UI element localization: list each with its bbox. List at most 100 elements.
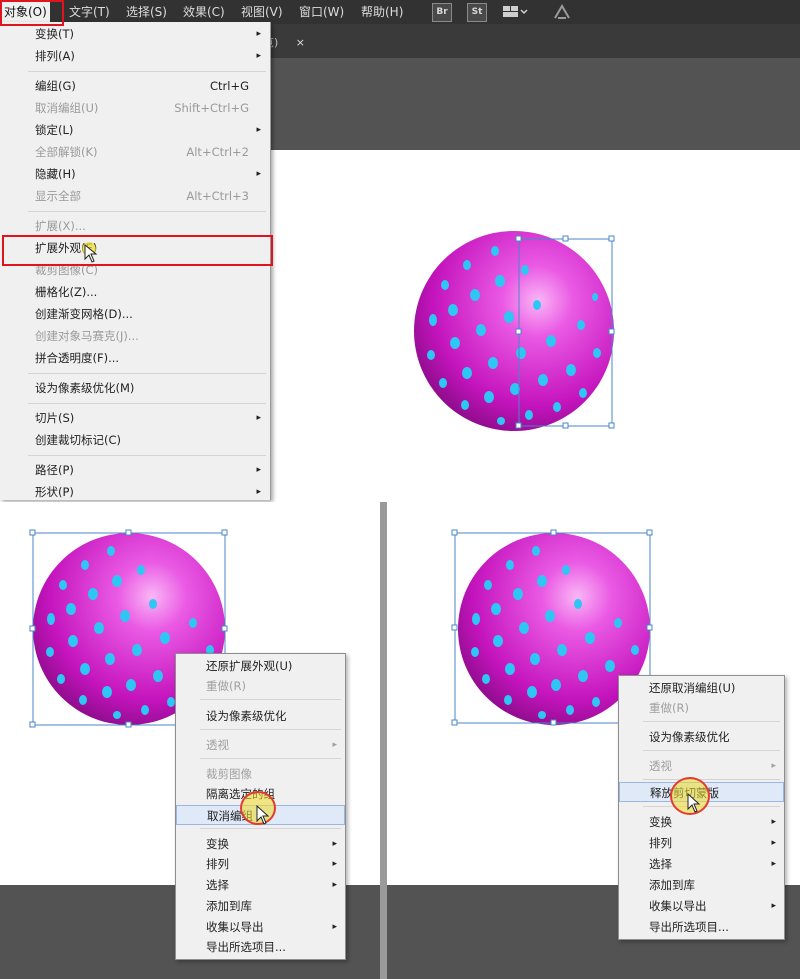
context-item-arrange[interactable]: 排列 ▸ <box>176 854 345 874</box>
submenu-arrow-icon: ▸ <box>256 413 261 423</box>
submenu-arrow-icon: ▸ <box>256 51 261 61</box>
highlight-box-expand-appearance <box>2 235 273 266</box>
menu-item-create-object-mosaic[interactable]: 创建对象马赛克(J)... <box>0 326 268 346</box>
context-item-label: 收集以导出 <box>206 920 264 934</box>
menu-separator <box>643 806 780 807</box>
sync-icon[interactable] <box>551 3 573 21</box>
mouse-cursor-icon <box>84 244 98 263</box>
context-item-crop-image[interactable]: 裁剪图像 <box>176 764 345 784</box>
menu-item-arrange[interactable]: 排列(A) ▸ <box>0 46 268 66</box>
submenu-arrow-icon: ▸ <box>332 880 337 890</box>
panel-divider <box>380 502 387 979</box>
context-item-label: 还原扩展外观(U) <box>206 659 293 673</box>
menu-item-label: 变换(T) <box>35 27 74 41</box>
context-item-redo[interactable]: 重做(R) <box>619 698 784 718</box>
menu-item-label: 排列(A) <box>35 49 75 63</box>
menu-separator <box>28 455 266 456</box>
bridge-icon[interactable]: Br <box>432 3 452 22</box>
context-item-export-selection[interactable]: 导出所选项目... <box>176 937 345 957</box>
context-item-select[interactable]: 选择 ▸ <box>619 854 784 874</box>
context-item-arrange[interactable]: 排列 ▸ <box>619 833 784 853</box>
context-item-add-to-library[interactable]: 添加到库 <box>619 875 784 895</box>
menu-item-label: 全部解锁(K) <box>35 145 98 159</box>
menu-item-unlock-all[interactable]: 全部解锁(K) Alt+Ctrl+2 <box>0 142 268 162</box>
context-item-add-to-library[interactable]: 添加到库 <box>176 896 345 916</box>
context-item-select[interactable]: 选择 ▸ <box>176 875 345 895</box>
menu-item-group[interactable]: 编组(G) Ctrl+G <box>0 76 268 96</box>
menu-item-rasterize[interactable]: 栅格化(Z)... <box>0 282 268 302</box>
submenu-arrow-icon: ▸ <box>332 922 337 932</box>
submenu-arrow-icon: ▸ <box>332 839 337 849</box>
menu-item-shape[interactable]: 形状(P) ▸ <box>0 482 268 502</box>
context-item-undo-expand-appearance[interactable]: 还原扩展外观(U) <box>176 656 345 676</box>
submenu-arrow-icon: ▸ <box>771 761 776 771</box>
menu-separator <box>643 721 780 722</box>
menu-item-lock[interactable]: 锁定(L) ▸ <box>0 120 268 140</box>
context-item-collect-for-export[interactable]: 收集以导出 ▸ <box>619 896 784 916</box>
context-item-collect-for-export[interactable]: 收集以导出 ▸ <box>176 917 345 937</box>
context-item-transform[interactable]: 变换 ▸ <box>176 834 345 854</box>
submenu-arrow-icon: ▸ <box>256 465 261 475</box>
menu-separator <box>643 779 780 780</box>
menu-bar: 对象(O) 文字(T) 选择(S) 效果(C) 视图(V) 窗口(W) 帮助(H… <box>0 0 800 24</box>
menu-separator <box>28 403 266 404</box>
menu-separator <box>28 211 266 212</box>
context-item-label: 收集以导出 <box>649 899 707 913</box>
menu-item-label: 创建对象马赛克(J)... <box>35 329 139 343</box>
menu-item-show-all[interactable]: 显示全部 Alt+Ctrl+3 <box>0 186 268 206</box>
menu-item-label: 拼合透明度(F)... <box>35 351 120 365</box>
submenu-arrow-icon: ▸ <box>771 901 776 911</box>
menu-item-ungroup[interactable]: 取消编组(U) Shift+Ctrl+G <box>0 98 268 118</box>
menu-item-create-trim-marks[interactable]: 创建裁切标记(C) <box>0 430 268 450</box>
close-icon[interactable]: × <box>296 36 305 49</box>
menu-item-label: 取消编组(U) <box>35 101 99 115</box>
menu-type[interactable]: 文字(T) <box>69 2 110 22</box>
context-item-label: 裁剪图像 <box>206 767 252 781</box>
context-item-perspective[interactable]: 透视 ▸ <box>619 756 784 776</box>
context-item-label: 选择 <box>206 878 229 892</box>
menu-separator <box>643 750 780 751</box>
menu-effect[interactable]: 效果(C) <box>183 2 225 22</box>
submenu-arrow-icon: ▸ <box>332 859 337 869</box>
menu-view[interactable]: 视图(V) <box>241 2 283 22</box>
context-item-perspective[interactable]: 透视 ▸ <box>176 735 345 755</box>
menu-separator <box>200 758 341 759</box>
context-item-pixel-perfect[interactable]: 设为像素级优化 <box>176 706 345 726</box>
menu-item-slice[interactable]: 切片(S) ▸ <box>0 408 268 428</box>
context-item-label: 排列 <box>649 836 672 850</box>
menu-item-pixel-perfect[interactable]: 设为像素级优化(M) <box>0 378 268 398</box>
menu-window[interactable]: 窗口(W) <box>299 2 344 22</box>
context-item-label: 重做(R) <box>206 679 246 693</box>
menu-item-hide[interactable]: 隐藏(H) ▸ <box>0 164 268 184</box>
sphere-artwork-top[interactable] <box>405 225 630 440</box>
menu-item-label: 隐藏(H) <box>35 167 76 181</box>
context-item-label: 添加到库 <box>206 899 252 913</box>
submenu-arrow-icon: ▸ <box>771 838 776 848</box>
menu-separator <box>200 729 341 730</box>
menu-item-flatten-transparency[interactable]: 拼合透明度(F)... <box>0 348 268 368</box>
context-item-undo-ungroup[interactable]: 还原取消编组(U) <box>619 678 784 698</box>
menu-item-shortcut: Ctrl+G <box>209 79 249 93</box>
submenu-arrow-icon: ▸ <box>771 859 776 869</box>
workspace-layout-icon[interactable] <box>502 4 528 20</box>
context-item-pixel-perfect[interactable]: 设为像素级优化 <box>619 727 784 747</box>
context-item-export-selection[interactable]: 导出所选项目... <box>619 917 784 937</box>
menu-item-path[interactable]: 路径(P) ▸ <box>0 460 268 480</box>
submenu-arrow-icon: ▸ <box>256 169 261 179</box>
menu-item-transform[interactable]: 变换(T) ▸ <box>0 24 268 44</box>
stock-icon[interactable]: St <box>467 3 487 22</box>
menu-item-expand[interactable]: 扩展(X)... <box>0 216 268 236</box>
mouse-cursor-icon <box>256 805 270 825</box>
menu-item-label: 栅格化(Z)... <box>35 285 98 299</box>
menu-item-label: 形状(P) <box>35 485 74 499</box>
context-item-label: 透视 <box>206 738 229 752</box>
context-item-redo[interactable]: 重做(R) <box>176 676 345 696</box>
context-item-transform[interactable]: 变换 ▸ <box>619 812 784 832</box>
menu-separator <box>28 71 266 72</box>
context-item-label: 还原取消编组(U) <box>649 681 736 695</box>
menu-help[interactable]: 帮助(H) <box>361 2 403 22</box>
menu-select[interactable]: 选择(S) <box>126 2 167 22</box>
menu-item-create-gradient-mesh[interactable]: 创建渐变网格(D)... <box>0 304 268 324</box>
submenu-arrow-icon: ▸ <box>332 740 337 750</box>
context-item-label: 变换 <box>206 837 229 851</box>
